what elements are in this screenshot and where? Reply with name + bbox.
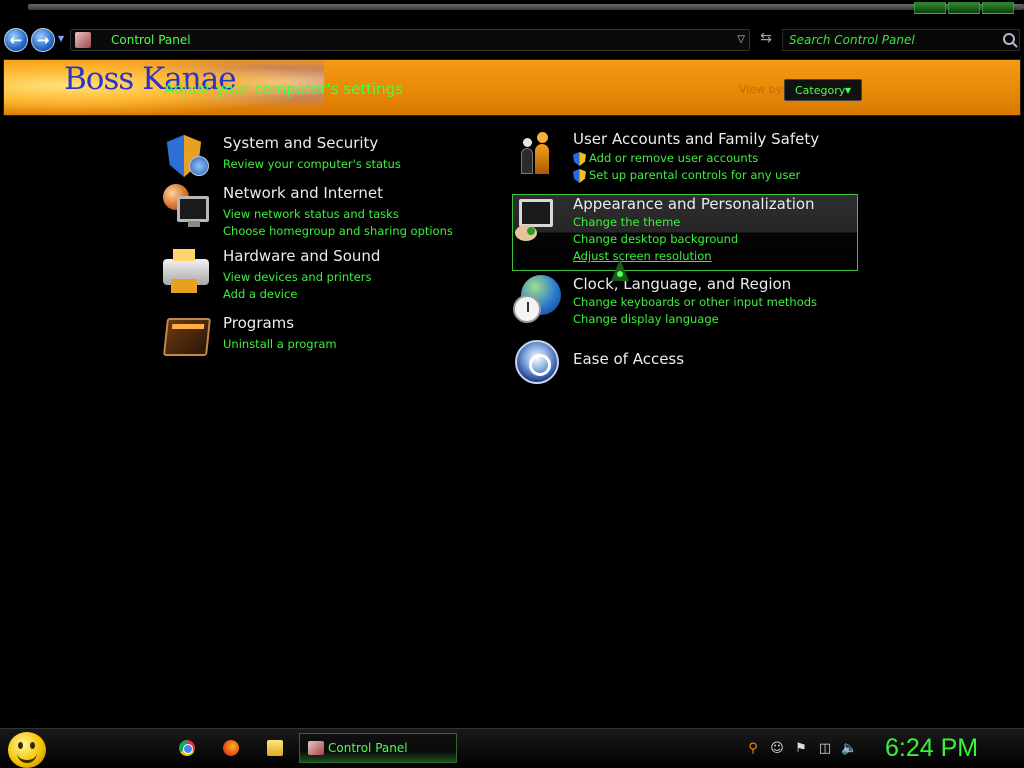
address-text: Control Panel: [111, 33, 191, 47]
users-icon: [513, 130, 561, 178]
chevron-down-icon[interactable]: ▽: [737, 34, 745, 45]
category-links: Add or remove user accounts Set up paren…: [573, 150, 800, 184]
category-title[interactable]: Programs: [223, 314, 294, 332]
action-center-flag-icon[interactable]: ⚑: [793, 741, 809, 757]
search-icon[interactable]: ⚲: [745, 741, 761, 757]
category-links: Uninstall a program: [223, 336, 337, 353]
clock-graphic: [513, 295, 541, 323]
refresh-button[interactable]: ⇆: [756, 30, 776, 48]
view-by-select[interactable]: Category ▼: [784, 79, 862, 101]
link-change-theme[interactable]: Change the theme: [573, 214, 738, 231]
link-label: Set up parental controls for any user: [589, 168, 801, 182]
volume-icon[interactable]: 🔈: [841, 741, 857, 757]
programs-graphic: [163, 318, 211, 356]
page-title: Adjust your computer's settings: [164, 80, 404, 98]
search-box[interactable]: [782, 29, 1020, 51]
category-title[interactable]: Clock, Language, and Region: [573, 275, 791, 293]
ease-of-access-icon: [513, 340, 561, 388]
control-panel-icon: [75, 32, 91, 48]
view-by-value: Category: [795, 84, 846, 97]
appearance-icon: [513, 195, 561, 243]
link-devices-printers[interactable]: View devices and printers: [223, 269, 371, 286]
window-controls: [914, 2, 1014, 14]
taskbar-item-label: Control Panel: [328, 741, 408, 755]
category-links: Review your computer's status: [223, 156, 401, 173]
control-panel-icon: [308, 741, 324, 755]
category-title[interactable]: Ease of Access: [573, 350, 684, 368]
link-display-language[interactable]: Change display language: [573, 311, 817, 328]
link-keyboards[interactable]: Change keyboards or other input methods: [573, 294, 817, 311]
link-homegroup[interactable]: Choose homegroup and sharing options: [223, 223, 453, 240]
programs-icon: [163, 314, 211, 362]
search-input[interactable]: [789, 32, 999, 48]
printer-icon: [163, 247, 211, 295]
gauge-icon: [189, 156, 209, 176]
clock[interactable]: 6:24 PM: [885, 734, 978, 763]
network-icon[interactable]: ◫: [817, 741, 833, 757]
firefox-icon[interactable]: [223, 740, 239, 756]
search-icon[interactable]: [1003, 33, 1015, 45]
start-button[interactable]: [8, 732, 46, 768]
category-title[interactable]: System and Security: [223, 134, 378, 152]
close-button[interactable]: [982, 2, 1014, 14]
view-by-label: View by:: [739, 83, 785, 96]
printer-graphic: [163, 249, 209, 293]
chevron-down-icon: ▼: [844, 86, 851, 95]
link-network-status[interactable]: View network status and tasks: [223, 206, 453, 223]
network-icon: [163, 184, 211, 232]
language-icon[interactable]: ☺: [769, 741, 785, 757]
category-links: View network status and tasks Choose hom…: [223, 206, 453, 240]
address-bar[interactable]: Control Panel ▽: [70, 29, 750, 51]
link-desktop-background[interactable]: Change desktop background: [573, 231, 738, 248]
palette-graphic: [515, 225, 537, 241]
maximize-button[interactable]: [948, 2, 980, 14]
header-banner: Boss Kanae Adjust your computer's settin…: [3, 59, 1021, 116]
clock-globe-icon: [513, 275, 561, 323]
uac-shield-icon: [573, 169, 586, 183]
link-uninstall[interactable]: Uninstall a program: [223, 336, 337, 353]
category-links: Change the theme Change desktop backgrou…: [573, 214, 738, 265]
link-add-remove-accounts[interactable]: Add or remove user accounts: [573, 150, 800, 167]
link-review-status[interactable]: Review your computer's status: [223, 156, 401, 173]
link-screen-resolution[interactable]: Adjust screen resolution: [573, 248, 738, 265]
title-bar-line: [28, 4, 1024, 10]
chrome-icon[interactable]: [179, 740, 195, 756]
category-title[interactable]: Hardware and Sound: [223, 247, 380, 265]
link-add-device[interactable]: Add a device: [223, 286, 371, 303]
minimize-button[interactable]: [914, 2, 946, 14]
monitor-graphic: [177, 196, 209, 227]
forward-button[interactable]: →: [31, 28, 55, 52]
uac-shield-icon: [573, 152, 586, 166]
accessibility-graphic: [515, 340, 559, 384]
back-button[interactable]: ←: [4, 28, 28, 52]
taskbar-item-control-panel[interactable]: Control Panel: [299, 733, 457, 763]
taskbar: Control Panel ⚲ ☺ ⚑ ◫ 🔈 6:24 PM: [0, 728, 1024, 768]
category-title[interactable]: Appearance and Personalization: [573, 195, 815, 213]
recent-pages-dropdown-icon[interactable]: ▼: [58, 34, 64, 43]
category-links: Change keyboards or other input methods …: [573, 294, 817, 328]
link-parental-controls[interactable]: Set up parental controls for any user: [573, 167, 800, 184]
system-tray: ⚲ ☺ ⚑ ◫ 🔈: [745, 741, 857, 757]
category-links: View devices and printers Add a device: [223, 269, 371, 303]
monitor-graphic: [519, 199, 553, 227]
people-graphic: [521, 132, 553, 176]
folder-icon[interactable]: [267, 740, 283, 756]
link-label: Add or remove user accounts: [589, 151, 759, 165]
security-shield-icon: [163, 134, 211, 182]
mouse-cursor-icon: [611, 259, 629, 281]
category-title[interactable]: User Accounts and Family Safety: [573, 130, 819, 148]
window-top-strip: [0, 0, 1024, 22]
category-title[interactable]: Network and Internet: [223, 184, 383, 202]
navigation-bar: ← → ▼ Control Panel ▽ ⇆: [0, 24, 1024, 56]
cursor-dot: [617, 271, 623, 277]
